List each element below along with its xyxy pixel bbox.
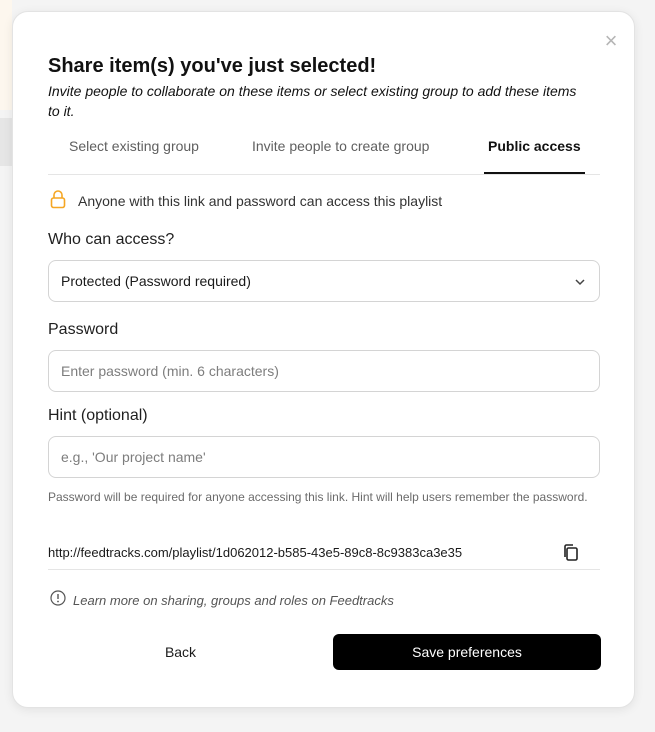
share-modal: × Share item(s) you've just selected! In… (12, 11, 635, 708)
access-info-text: Anyone with this link and password can a… (78, 193, 443, 209)
tab-public-access[interactable]: Public access (484, 137, 585, 174)
tab-bar: Select existing group Invite people to c… (48, 137, 600, 175)
tab-invite-people[interactable]: Invite people to create group (252, 137, 429, 173)
background-area (0, 0, 12, 110)
background-row (0, 118, 12, 166)
info-icon (50, 590, 66, 611)
modal-title: Share item(s) you've just selected! (48, 55, 377, 77)
share-link-row: http://feedtracks.com/playlist/1d062012-… (48, 539, 600, 570)
share-link-url[interactable]: http://feedtracks.com/playlist/1d062012-… (48, 545, 462, 560)
hint-input[interactable] (48, 436, 600, 478)
back-button[interactable]: Back (48, 634, 313, 670)
hint-label: Hint (optional) (48, 407, 148, 424)
chevron-down-icon (574, 275, 586, 293)
access-select-value: Protected (Password required) (61, 273, 251, 289)
modal-subtitle: Invite people to collaborate on these it… (48, 83, 577, 119)
who-can-access-label: Who can access? (48, 231, 175, 248)
access-select[interactable]: Protected (Password required) (48, 260, 600, 302)
save-preferences-button[interactable]: Save preferences (333, 634, 601, 670)
access-info: Anyone with this link and password can a… (50, 189, 443, 214)
learn-more-text[interactable]: Learn more on sharing, groups and roles … (73, 593, 394, 608)
close-icon[interactable]: × (602, 30, 620, 52)
password-input[interactable] (48, 350, 600, 392)
tab-select-existing-group[interactable]: Select existing group (69, 137, 199, 173)
copy-icon[interactable] (562, 543, 580, 568)
password-label: Password (48, 321, 119, 338)
password-note: Password will be required for anyone acc… (48, 490, 588, 504)
lock-icon (50, 189, 66, 214)
learn-more[interactable]: Learn more on sharing, groups and roles … (50, 590, 394, 611)
